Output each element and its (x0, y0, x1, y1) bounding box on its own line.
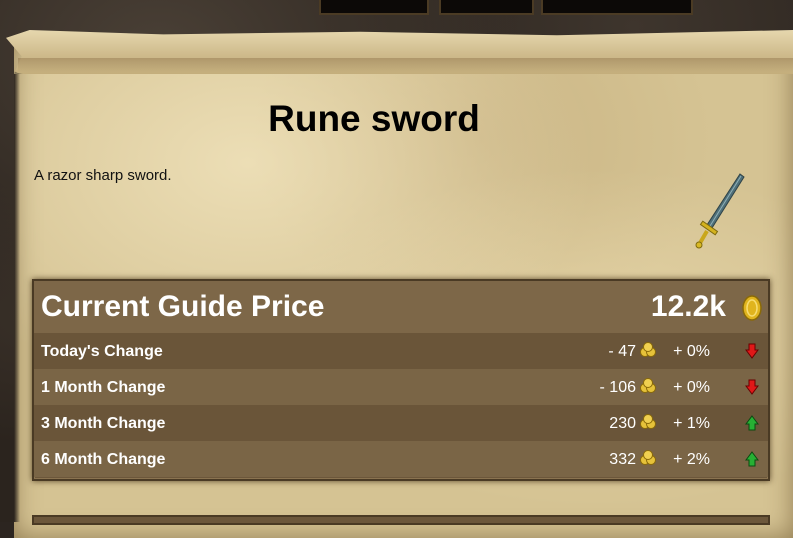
price-table: Current Guide Price 12.2k Today's Change… (32, 279, 770, 481)
change-percent: + 0% (673, 343, 710, 360)
change-percent: + 1% (673, 415, 710, 432)
change-row-today: Today's Change - 47 + 0% (34, 333, 768, 369)
item-examine-text: A razor sharp sword. (34, 167, 172, 184)
scroll-shadow (18, 58, 793, 72)
price-header: Current Guide Price 12.2k (34, 281, 768, 333)
change-amount: 230 (609, 415, 636, 432)
nav-tab-1[interactable] (319, 0, 429, 15)
arrow-up-icon (745, 451, 759, 472)
change-amount: - 106 (599, 379, 636, 396)
change-percent: + 0% (673, 379, 710, 396)
change-label: 3 Month Change (41, 415, 166, 432)
coins-icon (639, 378, 657, 399)
gold-coin-icon (742, 295, 762, 326)
item-title: Rune sword (268, 98, 480, 139)
guide-price-value: 12.2k (650, 290, 726, 323)
change-percent: + 2% (673, 451, 710, 468)
change-amount: 332 (609, 451, 636, 468)
coins-icon (639, 450, 657, 471)
next-panel-edge (32, 515, 770, 525)
change-label: Today's Change (41, 343, 163, 360)
rune-sword-icon (694, 172, 746, 255)
change-row-3-month: 3 Month Change 230 + 1% (34, 405, 768, 441)
nav-tab-3[interactable] (541, 0, 693, 15)
change-row-6-month: 6 Month Change 332 + 2% (34, 441, 768, 477)
arrow-down-icon (745, 379, 759, 400)
change-row-1-month: 1 Month Change - 106 + 0% (34, 369, 768, 405)
parchment-torn-edge (14, 74, 20, 522)
nav-tab-2[interactable] (439, 0, 534, 15)
coins-icon (639, 414, 657, 435)
change-label: 6 Month Change (41, 451, 166, 468)
guide-price-label: Current Guide Price (41, 290, 325, 323)
change-amount: - 47 (608, 343, 636, 360)
arrow-down-icon (745, 343, 759, 364)
arrow-up-icon (745, 415, 759, 436)
coins-icon (639, 342, 657, 363)
change-label: 1 Month Change (41, 379, 166, 396)
